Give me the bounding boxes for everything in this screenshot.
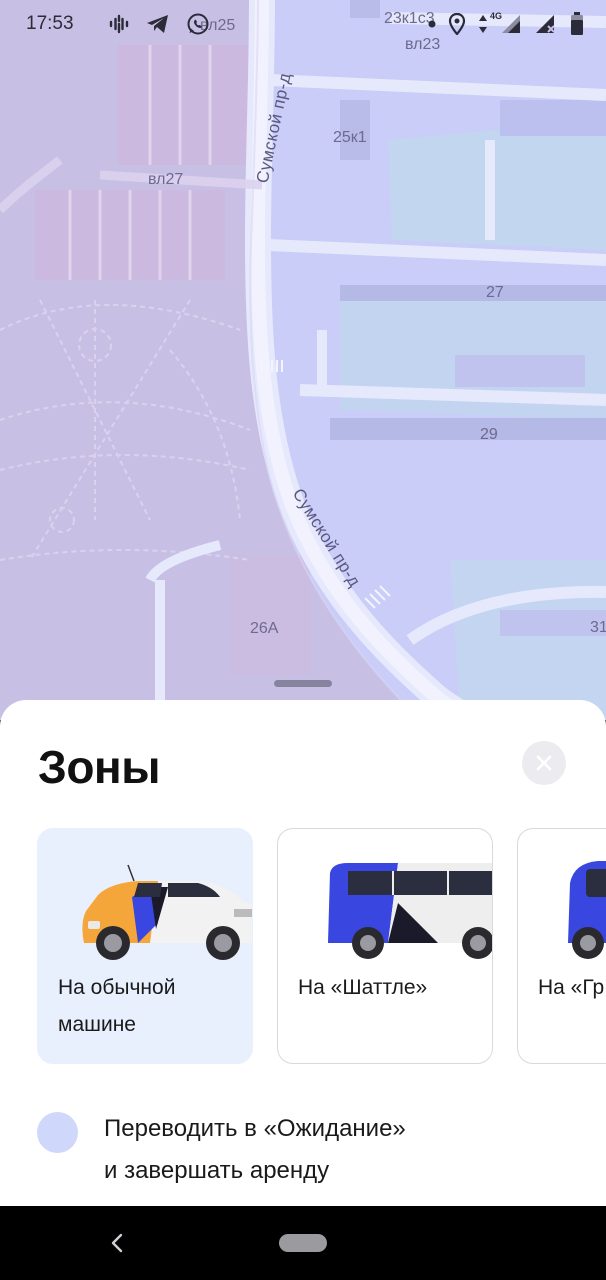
zones-bottom-sheet: Зоны На обычной машине На «Шаттле» На «Г… xyxy=(0,700,606,1206)
car-image xyxy=(82,864,252,960)
card-shuttle[interactable]: На «Шаттле» xyxy=(277,828,493,1064)
map-label-26a: 26А xyxy=(250,620,279,637)
status-time: 17:53 xyxy=(26,13,74,34)
card-cargo[interactable]: На «Гр xyxy=(517,828,606,1064)
notification-dot-icon xyxy=(428,20,436,28)
card-regular-car[interactable]: На обычной машине xyxy=(37,828,253,1064)
whatsapp-icon xyxy=(186,12,210,36)
battery-icon xyxy=(570,12,584,36)
option-color-dot xyxy=(37,1112,78,1153)
map-label-29: 29 xyxy=(480,426,498,443)
card-label-cargo: На «Гр xyxy=(538,976,605,999)
cargo-van-image xyxy=(568,861,606,959)
map-label-27: 27 xyxy=(486,284,504,301)
location-icon xyxy=(448,13,466,35)
network-type-label: 4G xyxy=(490,11,503,21)
home-pill-button[interactable] xyxy=(279,1234,327,1252)
sheet-title: Зоны xyxy=(38,741,160,793)
option-text: Переводить в «Ожидание» и завершать арен… xyxy=(104,1108,406,1192)
option-text-line1: Переводить в «Ожидание» xyxy=(104,1115,406,1142)
podcast-icon xyxy=(108,13,130,35)
map-label-vl27: вл27 xyxy=(148,171,184,188)
option-wait-and-finish[interactable]: Переводить в «Ожидание» и завершать арен… xyxy=(37,1108,577,1192)
option-text-line2: и завершать аренду xyxy=(104,1157,330,1184)
close-button[interactable] xyxy=(522,741,566,785)
card-label-shuttle: На «Шаттле» xyxy=(298,976,428,999)
map-label-25k1: 25к1 xyxy=(333,129,367,146)
system-nav-bar xyxy=(0,1206,606,1280)
status-bar: 17:53 4G xyxy=(0,0,606,48)
back-button[interactable] xyxy=(102,1228,132,1258)
zone-type-cards: На обычной машине На «Шаттле» На «Гр xyxy=(37,828,606,1064)
data-arrows-icon xyxy=(478,13,488,35)
map-label-31: 31 xyxy=(590,619,606,636)
card-label-regular: На обычной машине xyxy=(58,976,176,1036)
shuttle-van-image xyxy=(328,863,492,959)
map-canvas xyxy=(0,0,606,720)
telegram-icon xyxy=(146,13,170,35)
signal-nosim-icon xyxy=(534,13,558,35)
map-view[interactable]: вл25 23к1с3 вл23 25к1 вл27 27 29 26А 31 … xyxy=(0,0,606,720)
close-icon xyxy=(536,755,552,771)
back-chevron-icon xyxy=(111,1233,123,1253)
signal-icon: 4G xyxy=(490,11,522,35)
sheet-drag-handle[interactable] xyxy=(274,680,332,687)
